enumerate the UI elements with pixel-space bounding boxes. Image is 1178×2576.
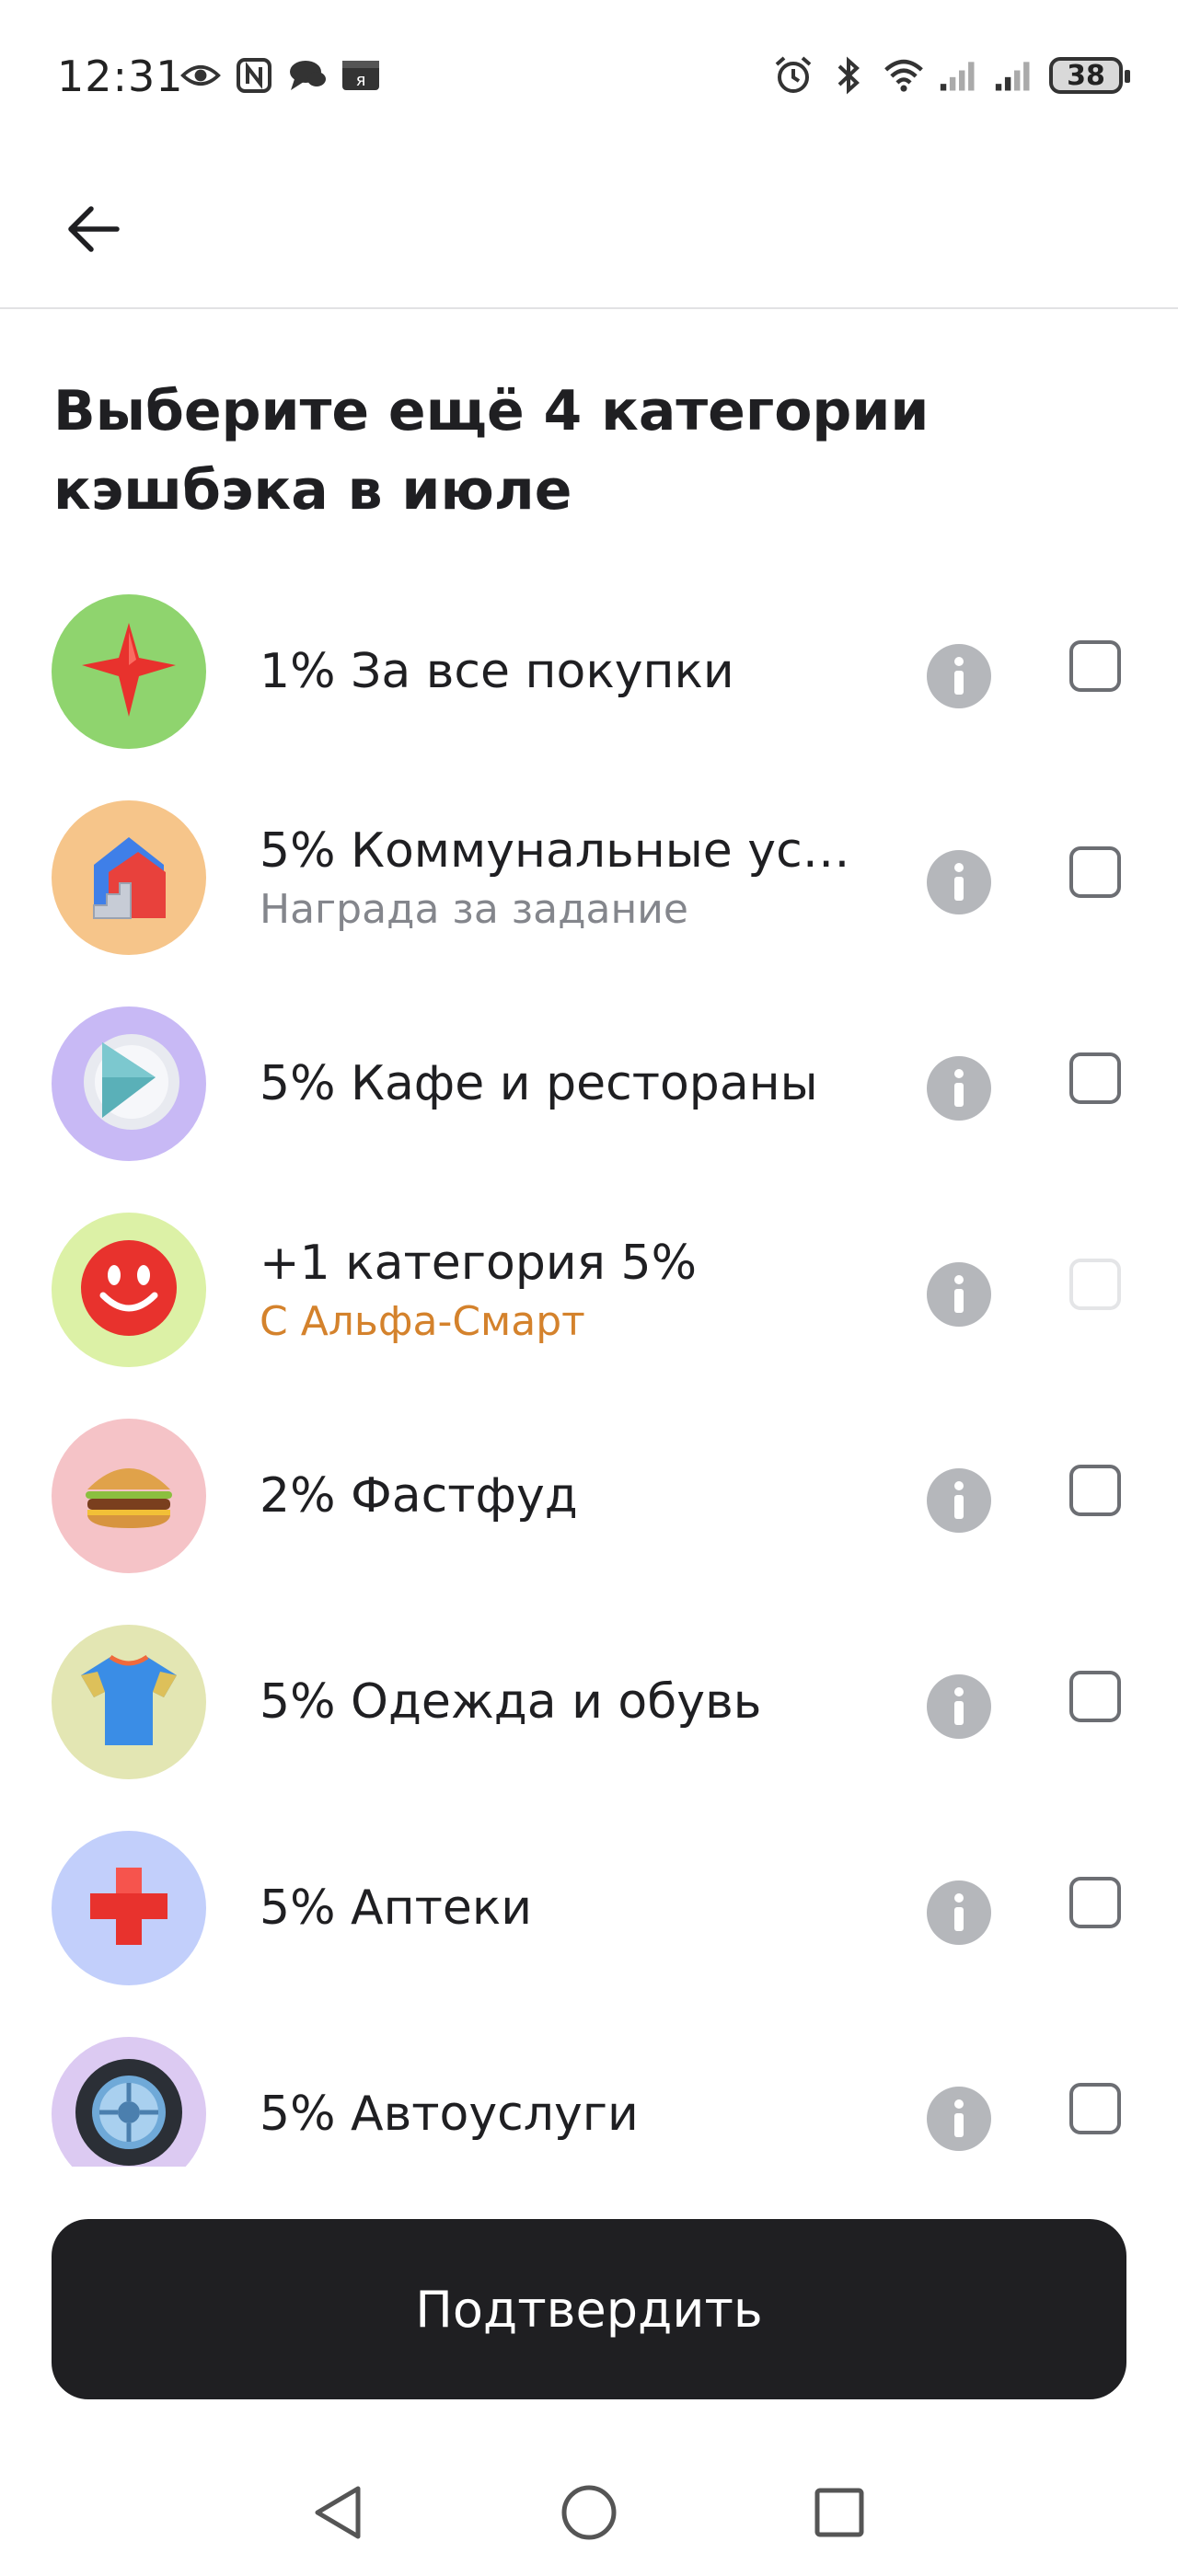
category-text: 1% За все покупки — [260, 580, 867, 764]
info-button[interactable] — [927, 850, 991, 914]
tshirt-icon — [74, 1650, 184, 1754]
info-icon — [954, 1893, 964, 1903]
bluetooth-icon — [828, 55, 869, 96]
category-item[interactable]: +1 категория 5% С Альфа-Смарт — [0, 1198, 1178, 1404]
category-item[interactable]: 5% Коммунальные усл... Награда за задани… — [0, 786, 1178, 992]
category-avatar — [52, 1419, 206, 1573]
status-right-icons: 38 — [773, 55, 1130, 96]
category-item[interactable]: 2% Фастфуд — [0, 1404, 1178, 1610]
status-time: 12:31 — [57, 52, 184, 101]
info-icon — [954, 657, 964, 666]
category-title: +1 категория 5% — [260, 1235, 697, 1291]
category-avatar — [52, 594, 206, 749]
category-text: 5% Кафе и рестораны — [260, 992, 867, 1176]
category-avatar — [52, 1213, 206, 1367]
app-bar — [0, 156, 1178, 309]
home-circle-icon — [560, 2484, 618, 2545]
yandex-icon: я — [341, 55, 381, 96]
category-item[interactable]: 5% Аптеки — [0, 1816, 1178, 2022]
nav-recents-button[interactable] — [807, 2482, 872, 2547]
category-title: 5% Одежда и обувь — [260, 1674, 762, 1730]
category-item[interactable]: 5% Автоуслуги — [0, 2022, 1178, 2167]
category-text: +1 категория 5% С Альфа-Смарт — [260, 1198, 867, 1382]
medical-cross-icon — [83, 1860, 175, 1956]
category-title: 5% Автоуслуги — [260, 2087, 639, 2142]
category-title: 5% Коммунальные усл... — [260, 822, 867, 879]
category-item[interactable]: 5% Кафе и рестораны — [0, 992, 1178, 1198]
category-checkbox[interactable] — [1069, 1877, 1121, 1928]
status-bar: 12:31 я 38 — [0, 0, 1178, 156]
category-text: 2% Фастфуд — [260, 1404, 867, 1588]
category-checkbox[interactable] — [1069, 846, 1121, 898]
status-left-icons: я — [180, 55, 381, 96]
info-icon — [954, 2099, 964, 2109]
category-item[interactable]: 1% За все покупки — [0, 580, 1178, 786]
info-button[interactable] — [927, 1674, 991, 1739]
category-title: 2% Фастфуд — [260, 1468, 578, 1524]
nfc-icon — [234, 55, 274, 96]
nav-back-button[interactable] — [306, 2482, 370, 2547]
category-checkbox[interactable] — [1069, 1052, 1121, 1104]
page-title: Выберите ещё 4 категории кэшбэка в июле — [53, 379, 930, 523]
category-title: 1% За все покупки — [260, 644, 734, 699]
category-text: 5% Аптеки — [260, 1816, 867, 2000]
confirm-button[interactable]: Подтвердить — [52, 2219, 1126, 2399]
category-checkbox[interactable] — [1069, 1671, 1121, 1722]
category-title: 5% Кафе и рестораны — [260, 1056, 818, 1111]
arrow-left-icon — [65, 205, 121, 257]
wifi-icon — [884, 55, 924, 96]
plate-icon — [69, 1022, 189, 1145]
nav-home-button[interactable] — [557, 2482, 621, 2547]
burger-icon — [78, 1453, 179, 1539]
category-text: 5% Коммунальные усл... Награда за задани… — [260, 786, 867, 970]
info-icon — [954, 1481, 964, 1490]
house-icon — [74, 821, 184, 935]
info-icon — [954, 863, 964, 872]
info-button[interactable] — [927, 1468, 991, 1533]
category-checkbox[interactable] — [1069, 640, 1121, 692]
battery-indicator: 38 — [1049, 57, 1130, 94]
category-avatar — [52, 800, 206, 955]
back-button[interactable] — [52, 190, 134, 272]
category-avatar — [52, 1625, 206, 1779]
signal-icon — [939, 55, 979, 96]
info-icon — [954, 1069, 964, 1078]
svg-text:я: я — [356, 71, 366, 90]
category-avatar — [52, 1831, 206, 1985]
info-button[interactable] — [927, 1262, 991, 1327]
category-avatar — [52, 2037, 206, 2167]
category-subtitle: С Альфа-Смарт — [260, 1297, 585, 1345]
info-icon — [954, 1275, 964, 1284]
recents-square-icon — [814, 2487, 865, 2542]
back-triangle-icon — [310, 2483, 365, 2546]
info-button[interactable] — [927, 1880, 991, 1945]
system-nav-bar — [0, 2447, 1178, 2576]
red-star-icon — [78, 619, 179, 724]
wheel-icon — [69, 2053, 189, 2167]
category-title: 5% Аптеки — [260, 1880, 533, 1936]
info-button[interactable] — [927, 644, 991, 708]
category-avatar — [52, 1006, 206, 1161]
category-subtitle: Награда за задание — [260, 885, 688, 933]
category-text: 5% Одежда и обувь — [260, 1610, 867, 1794]
category-item[interactable]: 5% Одежда и обувь — [0, 1610, 1178, 1816]
smiley-icon — [74, 1233, 184, 1347]
category-text: 5% Автоуслуги — [260, 2022, 867, 2167]
category-list: 1% За все покупки 5% Коммунальные усл...… — [0, 580, 1178, 2167]
info-button[interactable] — [927, 1056, 991, 1121]
category-checkbox[interactable] — [1069, 2083, 1121, 2134]
chat-icon — [287, 55, 328, 96]
category-checkbox[interactable] — [1069, 1465, 1121, 1516]
category-checkbox[interactable] — [1069, 1259, 1121, 1310]
eye-icon — [180, 55, 221, 96]
info-icon — [954, 1687, 964, 1696]
alarm-icon — [773, 55, 814, 96]
info-button[interactable] — [927, 2087, 991, 2151]
signal-icon — [994, 55, 1034, 96]
